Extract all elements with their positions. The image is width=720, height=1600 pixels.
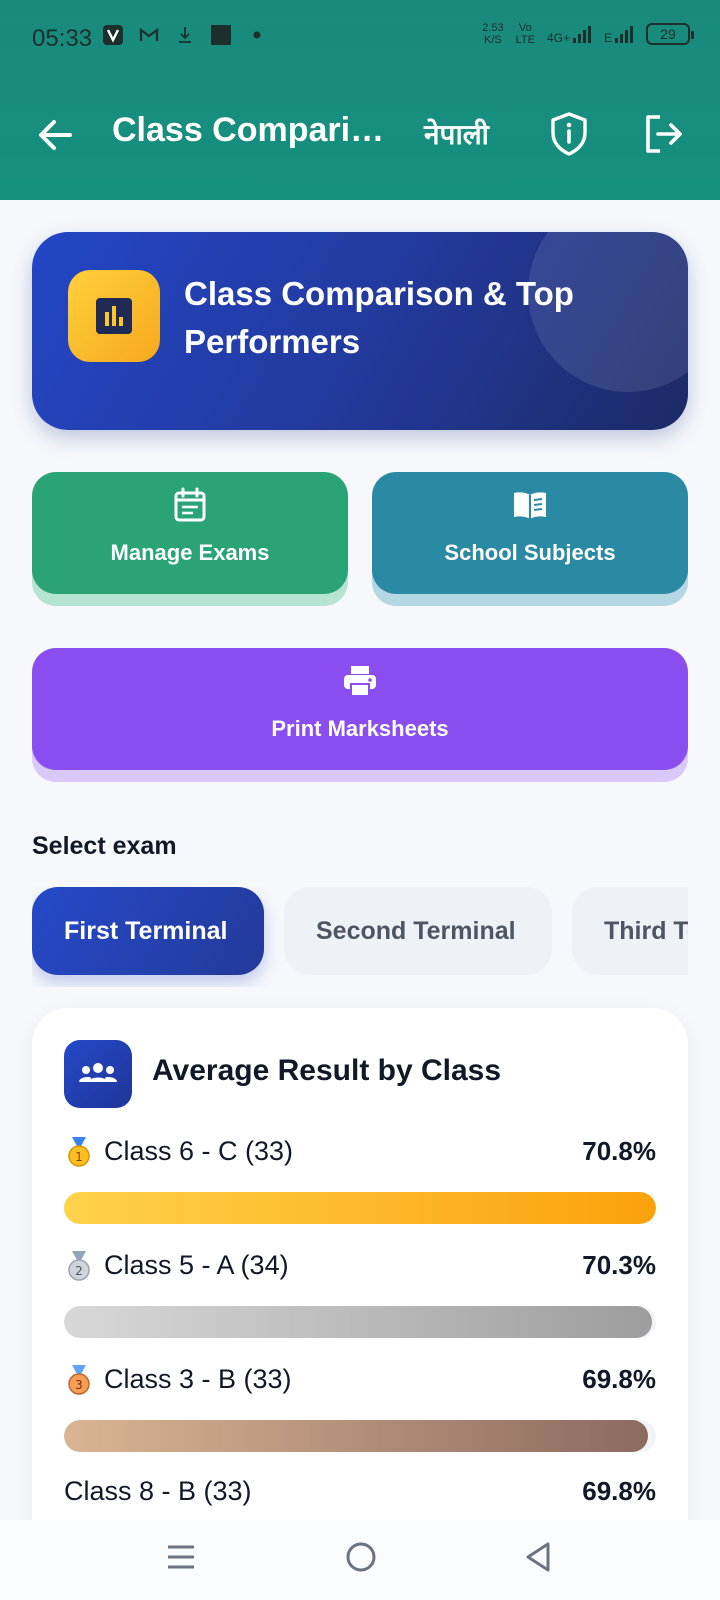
print-marksheets-label: Print Marksheets: [271, 716, 449, 741]
system-nav-bar: [0, 1520, 720, 1600]
status-notification-icons: [102, 24, 268, 46]
group-icon: [79, 1063, 117, 1082]
exam-chip-first-terminal[interactable]: First Terminal: [32, 887, 264, 975]
app-bar: Class Comparison & Top Performers नेपाली: [0, 95, 720, 175]
class-name: Class 6 - C (33): [104, 1136, 294, 1166]
silver-medal-icon: 2: [68, 1251, 90, 1281]
hero-title: Class Comparison & Top Performers: [184, 275, 574, 360]
signal-bars-icon: [572, 26, 591, 43]
battery-indicator: 29: [646, 23, 694, 45]
status-time: 05:33: [32, 25, 93, 52]
class-percent: 69.8%: [582, 1364, 656, 1394]
progress-fill: [64, 1192, 656, 1224]
volte-indicator: Vo LTE: [516, 22, 535, 46]
hero-banner: Class Comparison & Top Performers: [32, 232, 688, 430]
school-subjects-label: School Subjects: [444, 540, 616, 565]
signal-bars-icon: [615, 26, 633, 43]
volte-top: Vo: [518, 22, 532, 34]
top-header: 05:33 2.53 K/S Vo LTE 4G+ E 29 Class Com…: [0, 0, 720, 200]
status-bar: 05:33 2.53 K/S Vo LTE 4G+ E 29: [0, 0, 720, 80]
print-marksheets-button[interactable]: Print Marksheets: [32, 648, 688, 770]
app-square-icon: [211, 25, 231, 45]
triangle-back-icon[interactable]: [522, 1540, 554, 1574]
class-percent: 70.8%: [582, 1136, 656, 1166]
card-title: Average Result by Class: [152, 1054, 502, 1087]
v-app-icon: [103, 25, 123, 45]
class-name: Class 3 - B (33): [104, 1364, 292, 1394]
class-name: Class 5 - A (34): [104, 1250, 289, 1280]
net-speed: 2.53 K/S: [482, 22, 503, 46]
class-percent: 69.8%: [582, 1476, 656, 1506]
exam-chip-row[interactable]: First Terminal Second Terminal Third Ter…: [32, 887, 688, 987]
class-percent: 70.3%: [582, 1250, 656, 1280]
gold-medal-icon: 1: [68, 1137, 90, 1167]
status-system-icons: 2.53 K/S Vo LTE 4G+ E 29: [482, 22, 694, 46]
progress-fill: [64, 1420, 648, 1452]
volte-bottom: LTE: [515, 34, 535, 46]
gmail-icon: [139, 27, 159, 41]
book-icon: [514, 492, 546, 519]
network-type-2: E: [603, 31, 612, 45]
manage-exams-label: Manage Exams: [110, 540, 270, 565]
network-type-1: 4G+: [546, 31, 570, 45]
select-exam-label: Select exam: [32, 832, 177, 860]
progress-track: [64, 1306, 656, 1338]
home-circle-icon[interactable]: [344, 1540, 378, 1574]
progress-track: [64, 1420, 656, 1452]
signal-1: 4G+: [547, 24, 592, 44]
svg-text:1: 1: [75, 1150, 83, 1164]
download-icon: [179, 27, 191, 43]
calendar-icon: [174, 487, 206, 522]
signal-2: E: [604, 24, 634, 44]
card-icon-box: [64, 1040, 132, 1108]
progress-track: [64, 1192, 656, 1224]
logout-icon[interactable]: [640, 111, 686, 157]
bronze-medal-icon: 3: [68, 1365, 90, 1395]
exam-chip-second-terminal[interactable]: Second Terminal: [284, 887, 552, 975]
language-toggle-button[interactable]: नेपाली: [424, 115, 489, 153]
printer-icon: [344, 666, 376, 697]
progress-fill: [64, 1306, 652, 1338]
net-speed-unit: K/S: [484, 34, 502, 46]
exam-chip-third-terminal[interactable]: Third Terminal: [572, 887, 688, 975]
manage-exams-button[interactable]: Manage Exams: [32, 472, 348, 594]
school-subjects-button[interactable]: School Subjects: [372, 472, 688, 594]
hero-icon-box: [68, 270, 160, 362]
class-name: Class 8 - B (33): [64, 1476, 252, 1506]
shield-info-icon[interactable]: [546, 111, 592, 157]
arrow-left-icon[interactable]: [34, 113, 78, 157]
bar-chart-icon: [96, 298, 132, 334]
svg-text:2: 2: [75, 1264, 83, 1278]
average-results-card: Average Result by Class 1 Class 6 - C (3…: [32, 1008, 688, 1600]
dot-icon: [253, 31, 261, 39]
menu-icon[interactable]: [166, 1542, 196, 1572]
app-bar-title: Class Comparison & Top Performers: [112, 111, 394, 149]
net-speed-value: 2.53: [482, 22, 504, 34]
svg-text:3: 3: [75, 1378, 83, 1392]
